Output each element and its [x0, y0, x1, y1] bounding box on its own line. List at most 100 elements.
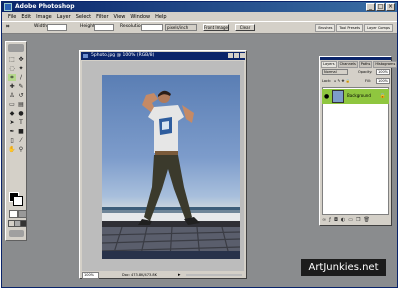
menu-window[interactable]: Window: [130, 14, 150, 20]
options-bar: ⌗ Width: Height: Resolution: pixels/inch…: [2, 21, 397, 34]
jump-to-imageready-icon[interactable]: [9, 230, 24, 237]
document-title: 5photo.jpg @ 100% (RGB/8): [91, 53, 155, 58]
lock-icons[interactable]: ▫ ✎ ✥ 🔒: [334, 78, 350, 84]
fill-input[interactable]: 100%: [376, 78, 390, 84]
opacity-label: Opacity:: [358, 70, 373, 74]
toolbox: ⬚ ✥ ◌ ✦ ⌗ ∕ ✚ ✎ ♙ ↺ ▭ ▤ ◆ ● ➤ T ✒ ■ ▯ ⁄: [5, 41, 27, 241]
tab-histograms[interactable]: Histograms: [373, 61, 398, 68]
zoom-tool-icon[interactable]: ⚲: [17, 146, 25, 153]
background-color-swatch[interactable]: [13, 196, 23, 206]
horizontal-scrollbar[interactable]: [186, 274, 242, 276]
path-select-tool-icon[interactable]: ➤: [8, 119, 16, 126]
crop-tool-icon[interactable]: ⌗: [6, 24, 9, 30]
history-brush-tool-icon[interactable]: ↺: [17, 92, 25, 99]
height-input[interactable]: [94, 24, 114, 31]
resolution-input[interactable]: [141, 24, 163, 31]
photo-image[interactable]: [102, 75, 240, 259]
lock-label: Lock:: [322, 79, 332, 83]
new-layer-icon[interactable]: ❐: [356, 217, 360, 223]
well-tab-tool-presets[interactable]: Tool Presets: [336, 24, 364, 32]
well-tab-layer-comps[interactable]: Layer Comps: [364, 24, 393, 32]
menu-view[interactable]: View: [114, 14, 126, 20]
window-title: Adobe Photoshop: [15, 3, 75, 10]
shape-tool-icon[interactable]: ■: [17, 128, 25, 135]
menu-help[interactable]: Help: [155, 14, 166, 20]
status-menu-arrow-icon[interactable]: ▸: [178, 272, 181, 278]
document-maximize-button[interactable]: [234, 53, 239, 58]
watermark-badge: ArtJunkies.net: [301, 259, 386, 276]
canvas-area[interactable]: [82, 61, 244, 271]
magic-wand-tool-icon[interactable]: ✦: [17, 65, 25, 72]
menu-bar: File Edit Image Layer Select Filter View…: [2, 12, 397, 21]
document-window: 5photo.jpg @ 100% (RGB/8) 100% Doc: 473.…: [79, 50, 247, 279]
layer-list: [322, 87, 389, 215]
clear-button[interactable]: Clear: [235, 24, 255, 31]
minimize-button[interactable]: _: [366, 3, 375, 11]
layer-mask-icon[interactable]: ◘: [334, 217, 338, 223]
crop-tool-icon[interactable]: ⌗: [8, 74, 16, 81]
document-status-bar: 100% Doc: 473.8K/473.8K ▸: [82, 272, 244, 279]
layer-name[interactable]: Background: [347, 93, 371, 99]
close-button[interactable]: ×: [386, 3, 395, 11]
notes-tool-icon[interactable]: ▯: [8, 137, 16, 144]
photoshop-app-icon: [4, 3, 12, 11]
tab-layers[interactable]: Layers: [321, 61, 337, 68]
document-icon: [83, 54, 88, 58]
palette-well: Brushes Tool Presets Layer Comps: [315, 24, 393, 32]
opacity-input[interactable]: 100%: [376, 69, 390, 75]
layer-row-background[interactable]: ● Background 🔒: [322, 89, 389, 104]
maximize-button[interactable]: □: [376, 3, 385, 11]
gradient-tool-icon[interactable]: ▤: [17, 101, 25, 108]
link-layers-icon[interactable]: ∞: [322, 217, 326, 223]
menu-filter[interactable]: Filter: [96, 14, 108, 20]
tab-paths[interactable]: Paths: [358, 61, 373, 68]
hand-tool-icon[interactable]: ✋: [8, 146, 16, 153]
layers-panel: Layers Channels Paths Histograms Normal …: [319, 56, 398, 226]
panel-title-bar: [320, 57, 391, 60]
lasso-tool-icon[interactable]: ◌: [8, 65, 16, 72]
menu-image[interactable]: Image: [36, 14, 52, 20]
resolution-unit-select[interactable]: pixels/inch: [165, 24, 197, 31]
width-input[interactable]: [47, 24, 67, 31]
healing-tool-icon[interactable]: ✚: [8, 83, 16, 90]
type-tool-icon[interactable]: T: [17, 119, 25, 126]
menu-layer[interactable]: Layer: [57, 14, 71, 20]
layer-thumbnail: [332, 90, 344, 103]
blend-mode-select[interactable]: Normal: [322, 69, 348, 75]
toolbox-logo: [8, 44, 24, 52]
new-group-icon[interactable]: ▭: [348, 217, 353, 223]
well-tab-brushes[interactable]: Brushes: [315, 24, 336, 32]
eyedropper-tool-icon[interactable]: ⁄: [17, 137, 25, 144]
lock-icon: 🔒: [379, 93, 386, 99]
brush-tool-icon[interactable]: ✎: [17, 83, 25, 90]
layer-style-icon[interactable]: ƒ: [329, 217, 331, 223]
screen-mode-full-icon[interactable]: [20, 220, 27, 227]
move-tool-icon[interactable]: ✥: [17, 56, 25, 63]
menu-select[interactable]: Select: [76, 14, 91, 20]
panel-footer: ∞ ƒ ◘ ◐ ▭ ❐ 🗑: [322, 217, 370, 223]
tab-channels[interactable]: Channels: [337, 61, 358, 68]
workspace: ⬚ ✥ ◌ ✦ ⌗ ∕ ✚ ✎ ♙ ↺ ▭ ▤ ◆ ● ➤ T ✒ ■ ▯ ⁄: [2, 34, 398, 287]
document-size: Doc: 473.8K/473.8K: [122, 273, 157, 277]
front-image-button[interactable]: Front Image: [203, 24, 229, 31]
stamp-tool-icon[interactable]: ♙: [8, 92, 16, 99]
adjustment-layer-icon[interactable]: ◐: [341, 217, 345, 223]
eraser-tool-icon[interactable]: ▭: [8, 101, 16, 108]
photoshop-window: Adobe Photoshop _ □ × File Edit Image La…: [1, 1, 398, 288]
zoom-level[interactable]: 100%: [82, 272, 99, 279]
title-bar: Adobe Photoshop _ □ ×: [2, 2, 397, 12]
menu-edit[interactable]: Edit: [21, 14, 31, 20]
menu-file[interactable]: File: [8, 14, 16, 20]
pen-tool-icon[interactable]: ✒: [8, 128, 16, 135]
document-close-button[interactable]: [240, 53, 245, 58]
dodge-tool-icon[interactable]: ●: [17, 110, 25, 117]
document-minimize-button[interactable]: [228, 53, 233, 58]
standard-mode-icon[interactable]: [9, 210, 18, 218]
slice-tool-icon[interactable]: ∕: [17, 74, 25, 81]
eye-icon[interactable]: ●: [324, 93, 329, 100]
quick-mask-mode-icon[interactable]: [18, 210, 27, 218]
trash-icon[interactable]: 🗑: [364, 217, 370, 223]
document-title-bar: 5photo.jpg @ 100% (RGB/8): [81, 52, 245, 60]
blur-tool-icon[interactable]: ◆: [8, 110, 16, 117]
marquee-tool-icon[interactable]: ⬚: [8, 56, 16, 63]
